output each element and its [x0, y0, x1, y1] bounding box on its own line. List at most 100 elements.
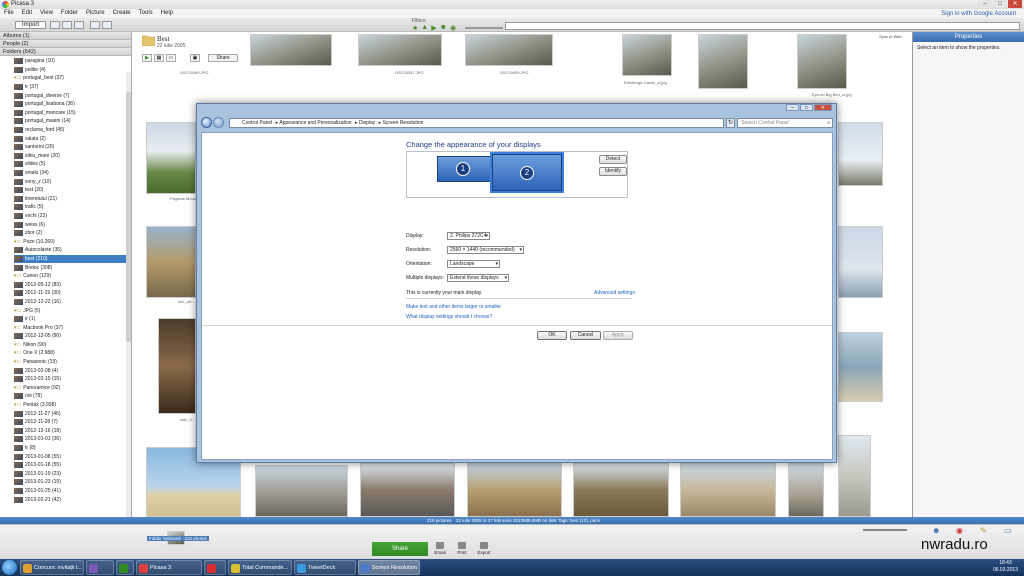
folder-item[interactable]: santorini (20) [14, 143, 131, 152]
folder-item[interactable]: salata (2) [14, 134, 131, 143]
more-icon[interactable] [102, 21, 112, 29]
folder-item[interactable]: 2013-01-01 (36) [14, 435, 131, 444]
share-button[interactable]: Share [372, 542, 428, 556]
folder-item[interactable]: slides (5) [14, 160, 131, 169]
folder-item[interactable]: portugal_lisabona (36) [14, 100, 131, 109]
folder-item[interactable]: sibiu_mare (20) [14, 152, 131, 161]
folder-item[interactable]: ▾▭ Panasonic (19) [14, 358, 131, 367]
folder-item[interactable]: 2012-12-16 (18) [14, 427, 131, 436]
movie-icon[interactable]: ▭ [166, 54, 176, 62]
folder-item[interactable]: tineretului (21) [14, 195, 131, 204]
photo-thumbnail[interactable] [465, 34, 553, 66]
dialog-minimize-icon[interactable]: – [786, 104, 799, 111]
orientation-select[interactable]: Landscape ▾ [447, 260, 500, 268]
folder-item[interactable]: trafic (5) [14, 203, 131, 212]
view-folder-icon[interactable] [74, 21, 84, 29]
breadcrumb[interactable]: Control Panel ▸ Appearance and Personali… [229, 118, 724, 128]
sign-in-link[interactable]: Sign in with Google Account [937, 10, 1020, 18]
folder-item[interactable]: reclama_ford (45) [14, 126, 131, 135]
folder-item[interactable]: noi (78) [14, 392, 131, 401]
tag-icon[interactable]: ✎ [980, 526, 987, 535]
folder-item[interactable]: 2012-11-19 (30) [14, 289, 131, 298]
save-icon[interactable]: ▣ [190, 54, 200, 62]
cancel-button[interactable]: Cancel [570, 331, 601, 340]
folder-item[interactable]: tr (8) [14, 444, 131, 453]
people-header[interactable]: People (2) [0, 40, 131, 48]
menu-folder[interactable]: Folder [57, 9, 82, 18]
folder-item[interactable]: tr (37) [14, 83, 131, 92]
taskbar-clock[interactable]: 18:43 06.03.2013 [993, 560, 1018, 574]
resolution-select[interactable]: 2560 × 1440 (recommended) ▾ [447, 246, 524, 254]
folder-item[interactable]: 2013-02-08 (4) [14, 366, 131, 375]
back-arrow-icon[interactable]: ‹ [201, 117, 212, 128]
breadcrumb-control-panel[interactable]: Control Panel [242, 120, 272, 126]
folder-item[interactable]: 2013-01-08 (55) [14, 452, 131, 461]
geotag-filter-icon[interactable]: ◉ [450, 24, 456, 32]
dialog-maximize-icon[interactable]: □ [800, 104, 813, 111]
folder-item[interactable]: ▾▭ Poze (10.260) [14, 237, 131, 246]
email-button[interactable]: Email [430, 542, 450, 555]
folder-item[interactable]: 2012-11-28 (7) [14, 418, 131, 427]
photo-thumbnail[interactable] [838, 332, 883, 402]
photo-thumbnail[interactable] [467, 463, 562, 517]
monitor-2[interactable]: 2 [490, 152, 564, 193]
folder-item[interactable]: portugal_mancare (15) [14, 109, 131, 118]
folder-item[interactable]: ▾▭ Pentax (3.938) [14, 401, 131, 410]
start-button-icon[interactable] [2, 560, 17, 575]
photo-thumbnail[interactable] [360, 463, 455, 517]
folder-item[interactable]: weiss (6) [14, 220, 131, 229]
ok-button[interactable]: OK [537, 331, 567, 340]
taskbar-button[interactable]: Screen Resolution [358, 560, 420, 575]
monitor-1[interactable]: 1 [437, 156, 491, 182]
folder-item[interactable]: 2012-05-12 (83) [14, 280, 131, 289]
refresh-icon[interactable]: ↻ [726, 118, 735, 128]
folder-item[interactable]: smalo (34) [14, 169, 131, 178]
multiple-displays-select[interactable]: Extend these displays ▾ [447, 274, 509, 282]
taskbar-button[interactable] [204, 560, 226, 575]
folder-scrollbar[interactable] [126, 72, 131, 517]
menu-picture[interactable]: Picture [82, 9, 109, 18]
folder-item[interactable]: Breloc (308) [14, 263, 131, 272]
photo-thumbnail[interactable] [622, 34, 672, 76]
folder-item[interactable]: zbor (2) [14, 229, 131, 238]
photo-thumbnail[interactable] [255, 465, 348, 517]
breadcrumb-screen-resolution[interactable]: Screen Resolution [383, 120, 424, 126]
apply-button[interactable]: Apply [603, 331, 633, 340]
folder-item[interactable]: ir (1) [14, 315, 131, 324]
filter-date-slider[interactable] [465, 27, 503, 29]
folder-item[interactable]: ▾▭ Canon (129) [14, 272, 131, 281]
folder-item[interactable]: vechi (23) [14, 212, 131, 221]
photo-thumbnail[interactable] [838, 435, 871, 517]
folder-item[interactable]: ▾▭ Panoramice (92) [14, 384, 131, 393]
taskbar-button[interactable]: TweetDeck [294, 560, 356, 575]
text-size-link[interactable]: Make text and other items larger or smal… [406, 304, 501, 310]
sync-to-web-toggle[interactable]: Sync to Web [879, 34, 902, 39]
close-icon[interactable]: ✕ [1008, 0, 1022, 8]
collage-icon[interactable]: ▦ [154, 54, 164, 62]
breadcrumb-appearance[interactable]: Appearance and Personalization [279, 120, 351, 126]
identify-button[interactable]: Identify [599, 167, 627, 176]
detect-button[interactable]: Detect [599, 155, 627, 164]
folder-item[interactable]: sony_z (10) [14, 177, 131, 186]
display-help-link[interactable]: What display settings should I choose? [406, 314, 492, 320]
folder-item[interactable]: politie (4) [14, 66, 131, 75]
menu-create[interactable]: Create [109, 9, 135, 18]
photo-thumbnail[interactable] [250, 34, 332, 66]
dialog-close-icon[interactable]: ✕ [814, 104, 832, 111]
menu-edit[interactable]: Edit [18, 9, 36, 18]
photo-thumbnail[interactable] [698, 34, 748, 89]
print-button[interactable]: Print [452, 542, 472, 555]
menu-help[interactable]: Help [157, 9, 177, 18]
advanced-settings-link[interactable]: Advanced settings [594, 290, 635, 296]
import-button[interactable]: Import [15, 21, 46, 29]
view-grid-icon[interactable] [62, 21, 72, 29]
display-select[interactable]: 2. Philips 272C4 ▾ [447, 232, 490, 240]
menu-view[interactable]: View [36, 9, 57, 18]
folder-item[interactable]: best (210) [14, 254, 131, 264]
picasa-search-input[interactable] [505, 22, 1020, 30]
photo-thumbnail[interactable] [146, 122, 196, 194]
photo-thumbnail[interactable] [573, 463, 669, 517]
geotag-icon[interactable]: ◉ [956, 526, 963, 535]
folders-header[interactable]: Folders (642) [0, 48, 131, 56]
photo-thumbnail[interactable] [680, 463, 776, 517]
